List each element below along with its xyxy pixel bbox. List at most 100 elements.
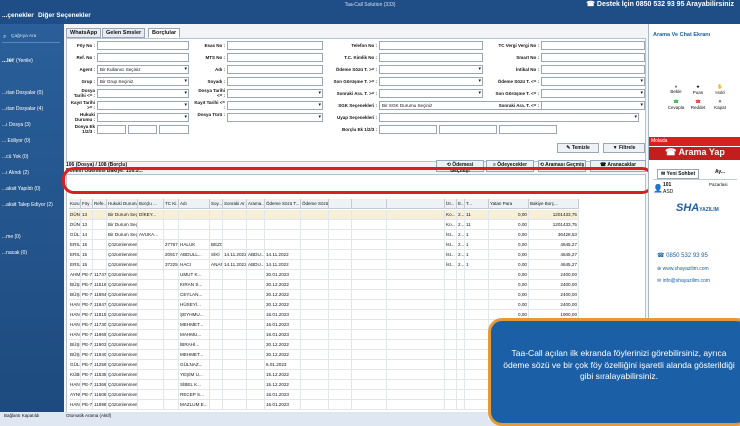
table-cell[interactable]: 11898 [93,400,107,410]
table-cell[interactable] [387,300,445,310]
new-chat-button[interactable]: ✉ Yeni Sohbet [657,169,700,179]
file-extra-3[interactable] [159,125,189,134]
table-cell[interactable] [223,360,247,370]
table-cell[interactable] [138,390,164,400]
table-cell[interactable] [247,390,265,400]
table-cell[interactable] [301,290,329,300]
table-cell[interactable]: Bir Durum Seçiniz [107,230,138,240]
tab-incoming-sms[interactable]: Gelen Smsler [102,28,146,38]
sidebar-item[interactable]: ...ı Dosya (3) [0,122,64,128]
table-cell[interactable]: AHME... [69,270,81,280]
table-cell[interactable]: 15 [81,240,93,250]
table-cell[interactable]: 11847 [93,300,107,310]
table-cell[interactable]: Çözümlenmemiş [107,400,138,410]
tab-debtors[interactable]: Borçlular [148,28,181,38]
table-cell[interactable] [93,240,107,250]
table-cell[interactable] [329,400,352,410]
table-cell[interactable]: ERSA... [69,260,81,270]
table-cell[interactable] [352,400,387,410]
table-cell[interactable] [329,370,352,380]
sidebar-item[interactable]: ...ıtan Dosyalar (0) [0,90,64,96]
table-cell[interactable]: 15.12.2022 [265,380,301,390]
table-cell[interactable]: HÜSEYİ... [179,300,210,310]
table-cell[interactable] [387,220,445,230]
table-cell[interactable]: 30.12.2022 [265,300,301,310]
table-cell[interactable] [210,310,223,320]
table-cell[interactable] [352,390,387,400]
table-cell[interactable] [465,330,489,340]
table-cell[interactable] [352,250,387,260]
table-cell[interactable] [223,270,247,280]
table-cell[interactable] [387,230,445,240]
table-cell[interactable] [223,320,247,330]
table-cell[interactable]: 30.12.2022 [265,290,301,300]
table-cell[interactable]: 30.12.2022 [265,350,301,360]
table-cell[interactable] [301,250,329,260]
table-cell[interactable]: Çözümlenmemiş [107,270,138,280]
table-cell[interactable]: HACI [179,260,210,270]
table-cell[interactable] [329,230,352,240]
table-cell[interactable] [164,330,179,340]
table-cell[interactable]: 2... [457,250,465,260]
last-call-to-input[interactable]: ▾ [541,89,645,98]
table-cell[interactable]: YEŞİM U... [179,370,210,380]
sidebar-item[interactable]: ...nacak (0) [0,250,64,256]
table-cell[interactable] [164,320,179,330]
reject-button[interactable]: ☎ Reddet [687,99,709,110]
table-cell[interactable] [445,400,457,410]
table-cell[interactable] [210,350,223,360]
table-cell[interactable] [223,300,247,310]
table-cell[interactable]: 30.12.2022 [265,280,301,290]
table-cell[interactable] [445,320,457,330]
table-cell[interactable]: BEZCİ [210,240,223,250]
table-cell[interactable] [93,220,107,230]
table-cell[interactable] [445,270,457,280]
table-cell[interactable]: 4645,27 [529,240,579,250]
table-cell[interactable] [329,330,352,340]
table-cell[interactable] [247,370,265,380]
table-cell[interactable] [223,390,247,400]
file-no-input[interactable] [97,41,189,50]
table-cell[interactable] [301,300,329,310]
table-cell[interactable] [465,320,489,330]
table-cell[interactable] [465,380,489,390]
table-cell[interactable]: PE-7... [81,360,93,370]
table-cell[interactable] [164,360,179,370]
table-cell[interactable] [138,260,164,270]
table-cell[interactable] [457,320,465,330]
column-header[interactable]: Sonraki Ar... [223,199,247,209]
table-cell[interactable]: PE-7... [81,350,93,360]
table-cell[interactable] [329,320,352,330]
table-cell[interactable]: 1 [465,260,489,270]
table-cell[interactable] [387,260,445,270]
table-cell[interactable] [265,240,301,250]
table-cell[interactable] [352,280,387,290]
menu-options[interactable]: ...çenekler [2,12,34,19]
mts-no-input[interactable] [227,53,323,62]
table-cell[interactable] [210,330,223,340]
table-cell[interactable]: 27767... [164,240,179,250]
table-cell[interactable]: PE-7... [81,320,93,330]
filter-button[interactable]: ▼ Filtrele [603,143,645,153]
legal-status-select[interactable]: ▾ [97,113,189,122]
table-cell[interactable] [164,400,179,410]
table-cell[interactable]: BÜŞRA [69,350,81,360]
table-cell[interactable]: Ko... [445,220,457,230]
table-cell[interactable] [93,230,107,240]
file-type-select[interactable]: ▾ [227,113,323,122]
table-cell[interactable]: 16.01.2023 [265,330,301,340]
table-cell[interactable] [138,340,164,350]
table-cell[interactable]: 11940 [93,350,107,360]
table-cell[interactable]: 15.12.2022 [265,370,301,380]
table-cell[interactable]: PE-7... [81,340,93,350]
table-cell[interactable]: 2400,00 [529,270,579,280]
uyap-select[interactable]: ▾ [379,113,639,122]
table-cell[interactable] [247,270,265,280]
ref-no-input[interactable] [97,53,189,62]
table-cell[interactable] [445,310,457,320]
chat-more[interactable]: Ay... [715,169,725,175]
table-cell[interactable] [179,230,210,240]
table-cell[interactable] [247,220,265,230]
table-cell[interactable]: Bir Durum Seçiniz [107,220,138,230]
table-cell[interactable] [465,390,489,400]
